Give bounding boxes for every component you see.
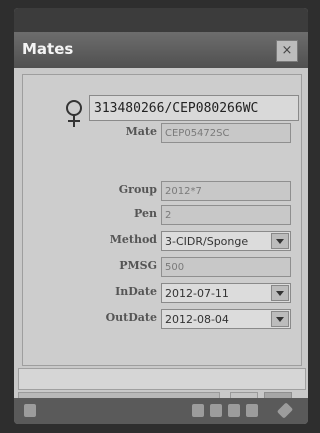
- mate-field[interactable]: CEP05472SC: [161, 123, 291, 143]
- close-button[interactable]: ×: [276, 40, 298, 62]
- animal-id-field[interactable]: 313480266/CEP080266WC: [89, 95, 299, 121]
- method-label: Method: [109, 233, 157, 246]
- top-strip: [14, 8, 308, 32]
- taskbar: [14, 398, 308, 424]
- group-label: Group: [118, 183, 157, 196]
- title-bar: Mates ×: [14, 32, 308, 68]
- notes-icon[interactable]: [210, 404, 222, 417]
- outdate-value: 2012-08-04: [165, 313, 229, 326]
- copy-icon[interactable]: [228, 404, 240, 417]
- outdate-label: OutDate: [105, 311, 157, 324]
- indate-label: InDate: [115, 285, 157, 298]
- indate-value: 2012-07-11: [165, 287, 229, 300]
- outdate-picker[interactable]: 2012-08-04: [161, 309, 291, 329]
- pmsg-field[interactable]: 500: [161, 257, 291, 277]
- indate-dropdown-button[interactable]: [271, 285, 289, 301]
- method-dropdown-button[interactable]: [271, 233, 289, 249]
- window-title: Mates: [22, 40, 74, 58]
- status-field: [18, 368, 306, 390]
- keyboard-icon[interactable]: [192, 404, 204, 417]
- sync-icon[interactable]: [246, 404, 258, 417]
- method-select[interactable]: 3-CIDR/Sponge: [161, 231, 291, 251]
- form-panel: 313480266/CEP080266WC Mate CEP05472SC Gr…: [22, 74, 302, 366]
- indate-picker[interactable]: 2012-07-11: [161, 283, 291, 303]
- start-icon[interactable]: [24, 404, 36, 417]
- method-value: 3-CIDR/Sponge: [165, 235, 249, 248]
- female-icon: [66, 100, 82, 127]
- outdate-dropdown-button[interactable]: [271, 311, 289, 327]
- mates-form: 313480266/CEP080266WC Mate CEP05472SC Gr…: [14, 68, 308, 406]
- device-screen: Mates × 313480266/CEP080266WC Mate CEP05…: [14, 8, 308, 424]
- mate-label: Mate: [125, 125, 157, 138]
- pen-field[interactable]: 2: [161, 205, 291, 225]
- pen-label: Pen: [134, 207, 157, 220]
- group-field[interactable]: 2012*7: [161, 181, 291, 201]
- pmsg-label: PMSG: [119, 259, 157, 272]
- pen-icon[interactable]: [276, 402, 294, 419]
